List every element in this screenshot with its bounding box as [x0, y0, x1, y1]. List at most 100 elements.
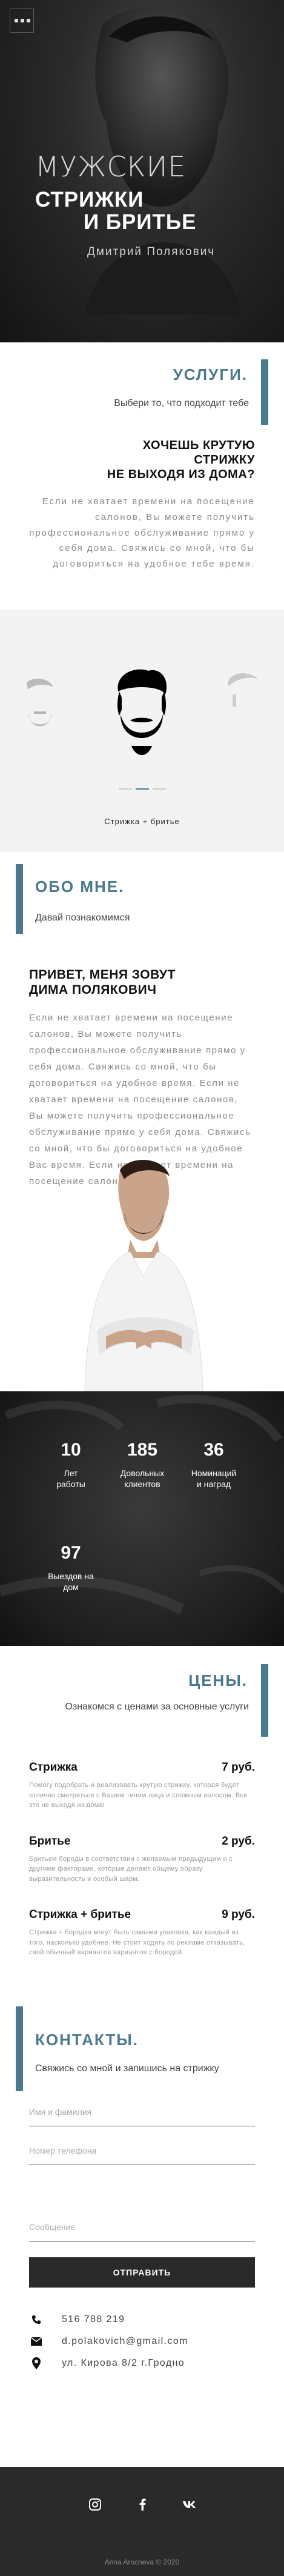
- about-heading-line2: ДИМА ПОЛЯКОВИЧ: [29, 983, 157, 997]
- price-row: Стрижка + бритье 9 руб.: [29, 1908, 255, 1922]
- price-value: 7 руб.: [222, 1761, 255, 1774]
- services-title: УСЛУГИ.: [173, 365, 248, 384]
- price-name: Стрижка: [29, 1761, 78, 1774]
- about-heading-line1: ПРИВЕТ, МЕНЯ ЗОВУТ: [29, 968, 176, 982]
- prices-header: ЦЕНЫ. Ознакомся с ценами за основные усл…: [0, 1646, 284, 1749]
- stat-label-line2: клиентов: [124, 1479, 160, 1489]
- contact-form: Имя и фамилия Номер телефона Сообщение О…: [0, 2103, 284, 2312]
- stat-clients: 185 Довольных клиентов: [109, 1440, 176, 1489]
- copyright-text: Anna Arocheva © 2020: [104, 2558, 180, 2566]
- stat-label: Выездов на дом: [38, 1571, 104, 1593]
- footer: Anna Arocheva © 2020: [0, 2467, 284, 2576]
- slider-dot[interactable]: [118, 788, 132, 790]
- stat-years: 10 Лет работы: [38, 1440, 104, 1489]
- promo-heading-line1: ХОЧЕШЬ КРУТУЮ: [142, 439, 255, 452]
- promo-text: Если не хватает времени на посещение сал…: [29, 496, 255, 570]
- stat-visits: 97 Выездов на дом: [38, 1543, 104, 1593]
- contact-info: 516 788 219 d.polakovich@gmail.com ул. К…: [0, 2312, 284, 2467]
- price-row: Бритье 2 руб.: [29, 1835, 255, 1848]
- accent-bar: [16, 864, 23, 934]
- hero-section: МУЖСКИЕ СТРИЖКИ И БРИТЬЕ Дмитрий Поляков…: [0, 0, 284, 342]
- price-item-shave: Бритье 2 руб. Бритьем бороды в соответств…: [29, 1835, 255, 1885]
- price-description: Бритьем бороды в соответствии с желаемым…: [29, 1855, 233, 1883]
- shave-face-icon: [228, 673, 258, 707]
- price-list: Стрижка 7 руб. Помогу подобрать и реализо…: [0, 1749, 284, 2000]
- about-header: ОБО МНЕ. Давай познакомимся: [0, 852, 284, 949]
- stat-label: Лет работы: [38, 1468, 104, 1489]
- stat-label: Довольных клиентов: [109, 1468, 176, 1489]
- stat-label-line1: Выездов на: [48, 1571, 94, 1581]
- stat-number: 185: [127, 1440, 158, 1460]
- promo-heading: ХОЧЕШЬ КРУТУЮ СТРИЖКУ НЕ ВЫХОДЯ ИЗ ДОМА?: [29, 438, 255, 482]
- price-name: Стрижка + бритье: [29, 1908, 131, 1921]
- vk-icon[interactable]: [179, 2498, 200, 2514]
- stat-awards: 36 Номинаций и наград: [180, 1440, 247, 1489]
- stat-label: Номинаций и наград: [180, 1468, 247, 1489]
- about-title: ОБО МНЕ.: [35, 877, 125, 896]
- barber-portrait-image: [84, 1160, 203, 1392]
- promo-heading-line2: СТРИЖКУ: [194, 453, 255, 467]
- about-block: ПРИВЕТ, МЕНЯ ЗОВУТ ДИМА ПОЛЯКОВИЧ Если н…: [0, 949, 284, 1186]
- promo-block: ХОЧЕШЬ КРУТУЮ СТРИЖКУ НЕ ВЫХОДЯ ИЗ ДОМА?…: [0, 434, 284, 610]
- contact-address[interactable]: ул. Кирова 8/2 г.Гродно: [29, 2356, 255, 2371]
- instagram-icon[interactable]: [85, 2498, 105, 2514]
- phone-text: 516 788 219: [62, 2314, 125, 2325]
- hero-title-bold: СТРИЖКИ И БРИТЬЕ: [35, 188, 197, 234]
- stat-number: 97: [61, 1543, 81, 1563]
- about-subtitle: Давай познакомимся: [35, 913, 130, 923]
- stat-label-line2: работы: [56, 1479, 85, 1489]
- slider-dot-active[interactable]: [135, 788, 149, 790]
- facebook-icon[interactable]: [132, 2498, 153, 2514]
- submit-button[interactable]: ОТПРАВИТЬ: [29, 2257, 255, 2288]
- stat-label-line1: Лет: [64, 1468, 78, 1478]
- location-pin-icon: [29, 2357, 44, 2369]
- slider-pagination[interactable]: [0, 788, 284, 790]
- price-description: Помогу подобрать и реализовать крутую ст…: [29, 1782, 248, 1809]
- email-icon: [29, 2337, 44, 2346]
- accent-bar: [261, 1664, 268, 1737]
- stats-background-image: [0, 1394, 284, 1615]
- contact-phone[interactable]: 516 788 219: [29, 2312, 255, 2327]
- services-subtitle: Выбери то, что подходит тебе: [114, 398, 249, 408]
- price-value: 9 руб.: [222, 1908, 255, 1921]
- hero-name: Дмитрий Полякович: [87, 245, 216, 258]
- contacts-header: КОНТАКТЫ. Свяжись со мной и запишись на …: [0, 2000, 284, 2103]
- price-item-haircut: Стрижка 7 руб. Помогу подобрать и реализо…: [29, 1761, 255, 1811]
- prices-title: ЦЕНЫ.: [188, 1671, 248, 1689]
- services-slider[interactable]: Стрижка + бритье: [0, 610, 284, 852]
- message-input[interactable]: Сообщение: [29, 2181, 255, 2242]
- phone-input[interactable]: Номер телефона: [29, 2142, 255, 2165]
- prices-subtitle: Ознакомся с ценами за основные услуги: [65, 1702, 249, 1712]
- stat-label-line2: дом: [63, 1582, 79, 1593]
- contact-email[interactable]: d.polakovich@gmail.com: [29, 2334, 255, 2349]
- services-header: УСЛУГИ. Выбери то, что подходит тебе: [0, 342, 284, 434]
- stats-section: 10 Лет работы 185 Довольных клиентов 36 Но…: [0, 1391, 284, 1646]
- about-heading: ПРИВЕТ, МЕНЯ ЗОВУТ ДИМА ПОЛЯКОВИЧ: [29, 967, 255, 997]
- price-row: Стрижка 7 руб.: [29, 1761, 255, 1774]
- promo-heading-line3: НЕ ВЫХОДЯ ИЗ ДОМА?: [107, 468, 255, 481]
- hero-title-line1: СТРИЖКИ: [35, 188, 144, 211]
- price-description: Стрижка + бородка могут быть самыми упак…: [29, 1929, 245, 1956]
- hero-title-light: МУЖСКИЕ: [35, 150, 187, 183]
- haircut-shave-face-icon: [117, 669, 167, 755]
- hero-title-line2: И БРИТЬЕ: [84, 210, 197, 234]
- stat-number: 10: [61, 1440, 81, 1460]
- accent-bar: [261, 359, 268, 425]
- slider-dot[interactable]: [152, 788, 166, 790]
- accent-bar: [16, 2006, 23, 2091]
- contacts-title: КОНТАКТЫ.: [35, 2031, 139, 2049]
- stat-label-line2: и наград: [196, 1479, 231, 1489]
- haircut-face-icon: [27, 678, 53, 727]
- email-text: d.polakovich@gmail.com: [62, 2336, 188, 2346]
- contacts-subtitle: Свяжись со мной и запишись на стрижку: [35, 2063, 219, 2074]
- address-text: ул. Кирова 8/2 г.Гродно: [62, 2358, 185, 2368]
- social-links: [0, 2498, 284, 2514]
- stat-label-line1: Номинаций: [191, 1468, 237, 1478]
- menu-toggle-button[interactable]: [10, 8, 34, 33]
- price-value: 2 руб.: [222, 1834, 255, 1848]
- phone-icon: [29, 2315, 44, 2325]
- slider-caption: Стрижка + бритье: [104, 817, 180, 826]
- stat-label-line1: Довольных: [120, 1468, 165, 1478]
- barber-photo: [0, 1155, 284, 1392]
- name-input[interactable]: Имя и фамилия: [29, 2103, 255, 2126]
